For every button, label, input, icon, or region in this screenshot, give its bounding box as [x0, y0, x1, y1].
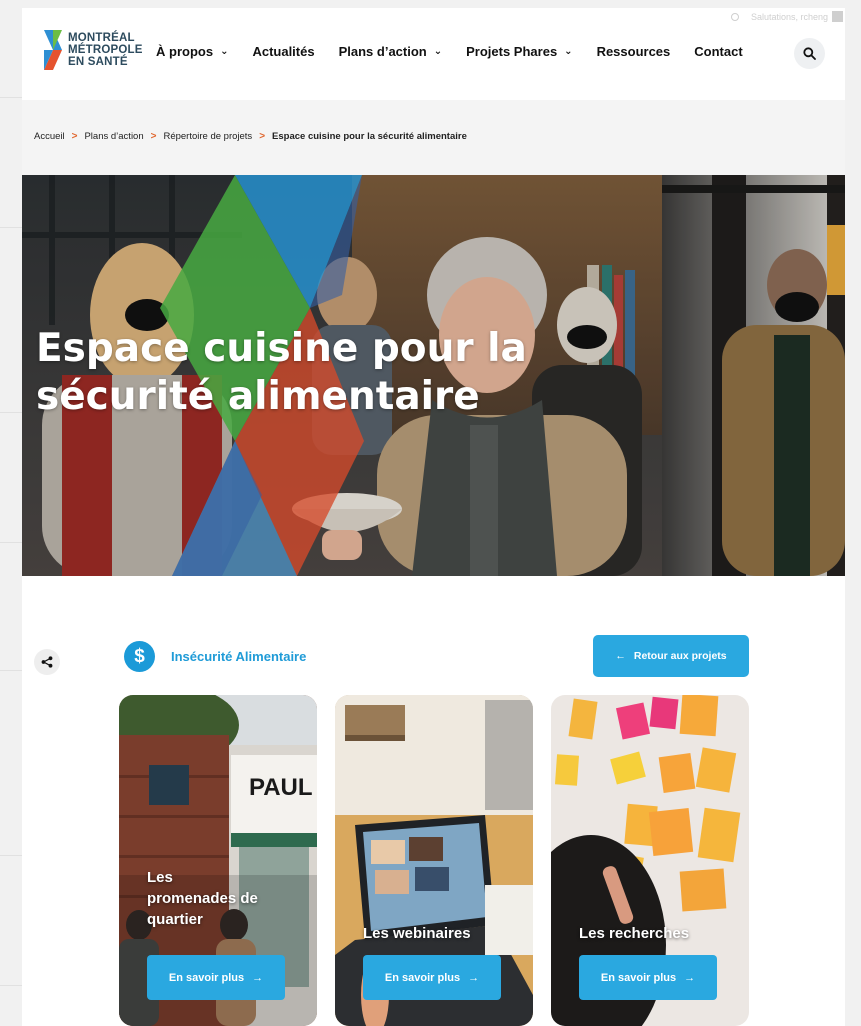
gutter-divider	[0, 97, 22, 98]
site-header: Salutations, rcheng MONTRÉAL MÉTROPOLE E…	[22, 8, 845, 100]
learn-more-button[interactable]: En savoir plus →	[363, 955, 501, 1000]
nav-item-a-propos[interactable]: À propos ⌄	[156, 44, 228, 59]
category-label: Insécurité Alimentaire	[171, 649, 307, 664]
nav-item-contact[interactable]: Contact	[694, 44, 742, 59]
gutter-divider	[0, 670, 22, 671]
card-title: Les promenades de quartier	[147, 867, 258, 930]
logo-wordmark: MONTRÉAL MÉTROPOLE EN SANTÉ	[68, 32, 143, 68]
button-label: En savoir plus	[384, 971, 461, 984]
card-title-line: promenades de	[147, 890, 258, 907]
search-icon	[730, 12, 739, 21]
chevron-down-icon: ⌄	[433, 46, 443, 57]
learn-more-button[interactable]: En savoir plus →	[579, 955, 717, 1000]
hero-banner: Espace cuisine pour la sécurité alimenta…	[22, 175, 845, 576]
nav-label: À propos	[156, 44, 214, 59]
card-title-line: Les recherches	[579, 925, 690, 942]
page-title-line: Espace cuisine pour la	[36, 326, 527, 371]
nav-label: Projets Phares	[466, 44, 558, 59]
breadcrumb-link[interactable]: Plans d’action	[84, 131, 143, 142]
category-tag[interactable]: $ Insécurité Alimentaire	[124, 641, 306, 672]
nav-item-actualites[interactable]: Actualités	[252, 44, 314, 59]
page: Salutations, rcheng MONTRÉAL MÉTROPOLE E…	[22, 8, 845, 1026]
card-title-line: quartier	[147, 911, 203, 928]
breadcrumb-current: Espace cuisine pour la sécurité alimenta…	[272, 131, 467, 142]
right-gutter	[845, 0, 861, 1026]
page-title: Espace cuisine pour la sécurité alimenta…	[36, 325, 596, 421]
logo-line: EN SANTÉ	[68, 56, 128, 68]
project-card[interactable]: Les recherches En savoir plus →	[551, 695, 749, 1026]
card-title: Les recherches	[579, 923, 689, 944]
chevron-down-icon: ⌄	[220, 46, 229, 57]
card-title-line: Les webinaires	[363, 925, 471, 942]
breadcrumb: Accueil > Plans d’action > Répertoire de…	[22, 100, 845, 175]
nav-item-ressources[interactable]: Ressources	[597, 44, 671, 59]
gutter-divider	[0, 542, 22, 543]
project-card[interactable]: PAUL Les promenades de quartier En savoi…	[119, 695, 317, 1026]
search-button[interactable]	[794, 38, 825, 69]
chevron-down-icon: ⌄	[564, 46, 573, 57]
gutter-divider	[0, 412, 22, 413]
nav-item-plans-action[interactable]: Plans d’action ⌄	[339, 44, 443, 59]
gutter-divider	[0, 855, 22, 856]
gutter-divider	[0, 227, 22, 228]
arrow-right-icon: →	[252, 971, 264, 984]
back-to-projects-button[interactable]: ← Retour aux projets	[593, 635, 749, 677]
button-label: En savoir plus	[168, 971, 245, 984]
share-icon	[41, 656, 53, 668]
logo-line: MONTRÉAL	[68, 32, 135, 44]
dollar-icon: $	[124, 641, 155, 672]
left-gutter	[0, 0, 22, 1026]
nav-label: Contact	[694, 44, 743, 59]
chevron-right-icon: >	[259, 131, 266, 142]
arrow-left-icon: ←	[615, 650, 626, 662]
logo-mark-icon	[44, 30, 62, 70]
page-title-line: sécurité alimentaire	[36, 374, 480, 419]
breadcrumb-link[interactable]: Accueil	[34, 131, 65, 142]
avatar	[832, 11, 843, 22]
learn-more-button[interactable]: En savoir plus →	[147, 955, 285, 1000]
logo-line: MÉTROPOLE	[68, 44, 143, 56]
back-button-label: Retour aux projets	[633, 650, 727, 662]
svg-text:PAUL: PAUL	[249, 774, 313, 801]
button-label: En savoir plus	[600, 971, 677, 984]
card-title-line: Les	[147, 869, 173, 886]
chevron-right-icon: >	[71, 131, 78, 142]
search-icon	[803, 47, 816, 60]
nav-label: Actualités	[252, 44, 315, 59]
card-title: Les webinaires	[363, 923, 471, 944]
breadcrumb-link[interactable]: Répertoire de projets	[163, 131, 252, 142]
nav-label: Ressources	[596, 44, 671, 59]
share-button[interactable]	[34, 649, 60, 675]
browser-top-strip	[0, 0, 861, 8]
nav-label: Plans d’action	[338, 44, 427, 59]
nav-item-projets-phares[interactable]: Projets Phares ⌄	[466, 44, 572, 59]
project-card[interactable]: Les webinaires En savoir plus →	[335, 695, 533, 1026]
site-logo[interactable]: MONTRÉAL MÉTROPOLE EN SANTÉ	[44, 30, 143, 70]
chevron-right-icon: >	[150, 131, 157, 142]
gutter-divider	[0, 985, 22, 986]
user-greeting[interactable]: Salutations, rcheng	[730, 11, 843, 22]
arrow-right-icon: →	[468, 971, 480, 984]
greeting-text: Salutations, rcheng	[750, 11, 828, 22]
main-nav: À propos ⌄ Actualités Plans d’action ⌄ P…	[156, 44, 743, 59]
arrow-right-icon: →	[684, 971, 696, 984]
